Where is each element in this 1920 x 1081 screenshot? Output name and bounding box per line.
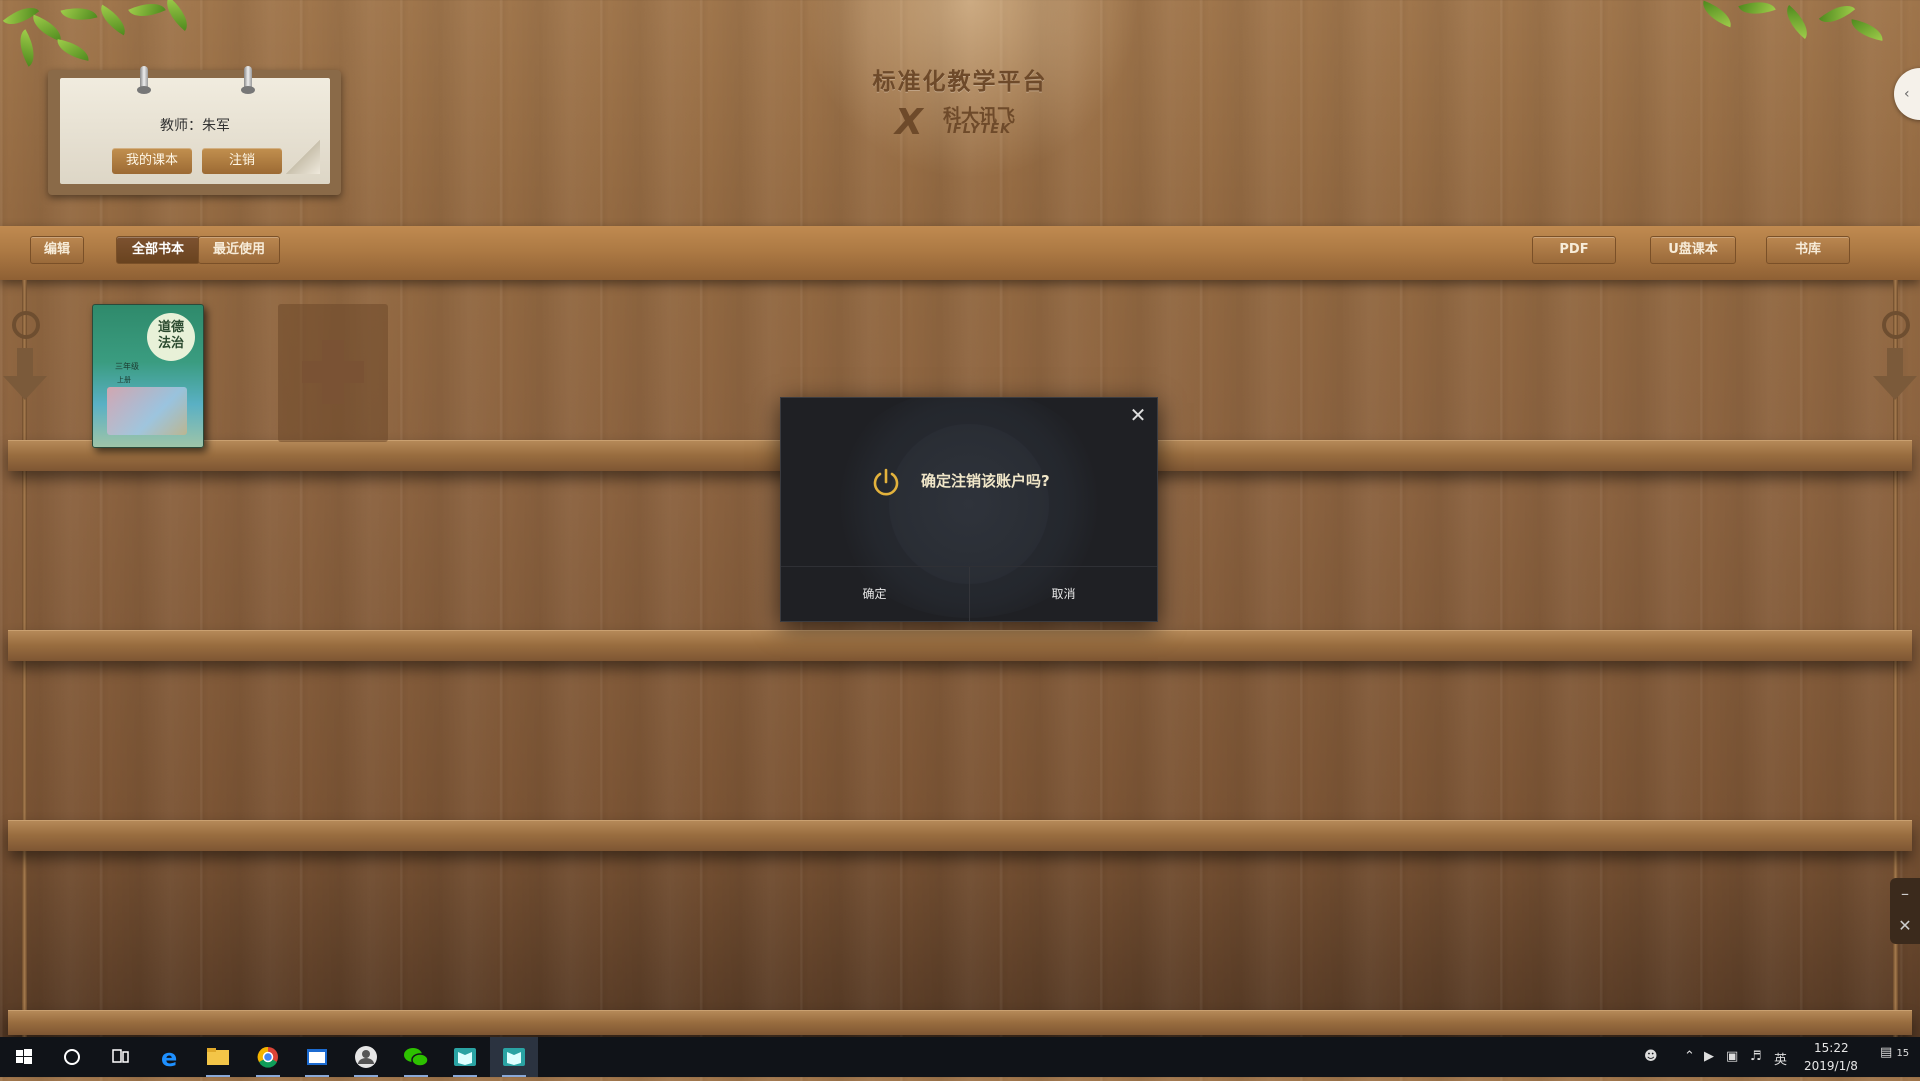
search-button[interactable] (48, 1037, 96, 1077)
chevron-left-icon: ‹ (1904, 86, 1910, 102)
notification-icon: ▤ (1880, 1045, 1893, 1060)
cancel-button[interactable]: 取消 (970, 567, 1157, 621)
book-grade: 三年级 (115, 362, 139, 371)
textbook-morality-law[interactable]: 道德 法治 三年级 上册 (92, 304, 204, 448)
tab-all-books[interactable]: 全部书本 (116, 236, 200, 264)
book-title-line: 道德 (157, 320, 184, 335)
clock-date[interactable]: 2019/1/8 (1804, 1059, 1858, 1073)
svg-text:e: e (161, 1044, 177, 1072)
window-side-controls: – ✕ (1890, 878, 1920, 944)
bluetooth-icon[interactable]: ▶ (1704, 1049, 1714, 1064)
taskbar-book-app-active[interactable] (490, 1037, 538, 1077)
platform-title: 标准化教学平台 (872, 69, 1048, 95)
notification-center-button[interactable]: ▤ 15 (1880, 1045, 1909, 1060)
people-icon[interactable]: ☻ (1644, 1049, 1658, 1064)
pdf-button[interactable]: PDF (1532, 236, 1616, 264)
network-icon[interactable]: ▣ (1726, 1049, 1738, 1064)
iflytek-logo-icon: X (895, 102, 923, 143)
dialog-footer: 确定 取消 (781, 566, 1157, 621)
cortana-icon (64, 1049, 80, 1065)
brand-name-en: IFLYTEK (947, 122, 1012, 137)
close-icon[interactable]: ✕ (1127, 404, 1149, 426)
shelf-board (8, 630, 1912, 661)
page-curl (286, 140, 320, 174)
book-term: 上册 (117, 376, 131, 384)
ime-indicator[interactable]: 英 (1774, 1049, 1787, 1068)
task-view-icon (112, 1049, 129, 1063)
windows-icon (16, 1049, 32, 1064)
chrome-icon (257, 1046, 278, 1068)
taskbar-book-app[interactable] (441, 1037, 489, 1077)
book-app-icon (503, 1048, 525, 1066)
teacher-card-paper: 教师：朱军 我的课本 注销 (60, 66, 330, 184)
notification-count: 15 (1896, 1048, 1910, 1059)
window-app-icon (307, 1049, 327, 1065)
teacher-card: 教师：朱军 我的课本 注销 (48, 66, 341, 195)
power-icon (873, 468, 899, 496)
pin-icon (241, 66, 255, 94)
pin-icon (137, 66, 151, 94)
book-title: 道德 法治 (147, 313, 195, 361)
library-button[interactable]: 书库 (1766, 236, 1850, 264)
wechat-icon (404, 1048, 429, 1067)
brand-logo: X 科大讯飞 IFLYTEK (895, 100, 1025, 143)
teacher-name: 教师：朱军 (160, 118, 230, 134)
confirm-button[interactable]: 确定 (781, 567, 968, 621)
dialog-message: 确定注销该账户吗? (921, 472, 1050, 490)
minus-icon[interactable]: – (1890, 878, 1920, 910)
windows-taskbar: e ☻ ⌃ ▶ ▣ ♬ 英 15:22 2019/1/8 ▤ 15 (0, 1037, 1920, 1077)
shelf-toolbar: 编辑 全部书本 最近使用 PDF U盘课本 书库 (0, 226, 1920, 280)
shelf-board (8, 1010, 1912, 1035)
volume-icon[interactable]: ♬ (1750, 1049, 1762, 1064)
taskbar-edge[interactable]: e (146, 1037, 194, 1077)
close-icon[interactable]: ✕ (1890, 910, 1920, 942)
edge-icon: e (161, 1044, 177, 1072)
add-book-button[interactable] (278, 304, 388, 442)
tab-recent[interactable]: 最近使用 (198, 236, 280, 264)
usb-books-button[interactable]: U盘课本 (1650, 236, 1736, 264)
logout-button[interactable]: 注销 (202, 148, 282, 174)
logout-confirm-dialog: ✕ 确定注销该账户吗? 确定 取消 (780, 397, 1158, 622)
taskbar-wechat[interactable] (392, 1037, 440, 1077)
edit-button[interactable]: 编辑 (30, 236, 84, 264)
taskbar-file-explorer[interactable] (194, 1037, 242, 1077)
book-title-line: 法治 (157, 336, 184, 351)
book-app-icon (454, 1048, 476, 1066)
folder-icon (207, 1048, 229, 1065)
taskbar-chrome[interactable] (244, 1037, 292, 1077)
avatar-app-icon (355, 1046, 377, 1068)
start-button[interactable] (0, 1037, 48, 1077)
task-view-button[interactable] (96, 1037, 144, 1077)
my-textbooks-button[interactable]: 我的课本 (112, 148, 192, 174)
ring-icon (12, 311, 40, 339)
taskbar-app-avatar[interactable] (342, 1037, 390, 1077)
chevron-up-icon[interactable]: ⌃ (1684, 1049, 1695, 1064)
ring-icon (1882, 311, 1910, 339)
shelf-board (8, 820, 1912, 851)
collapse-panel-button[interactable]: ‹ (1894, 68, 1920, 120)
clock-time[interactable]: 15:22 (1814, 1041, 1849, 1055)
book-cover-illustration (107, 387, 187, 435)
taskbar-app-blue[interactable] (293, 1037, 341, 1077)
